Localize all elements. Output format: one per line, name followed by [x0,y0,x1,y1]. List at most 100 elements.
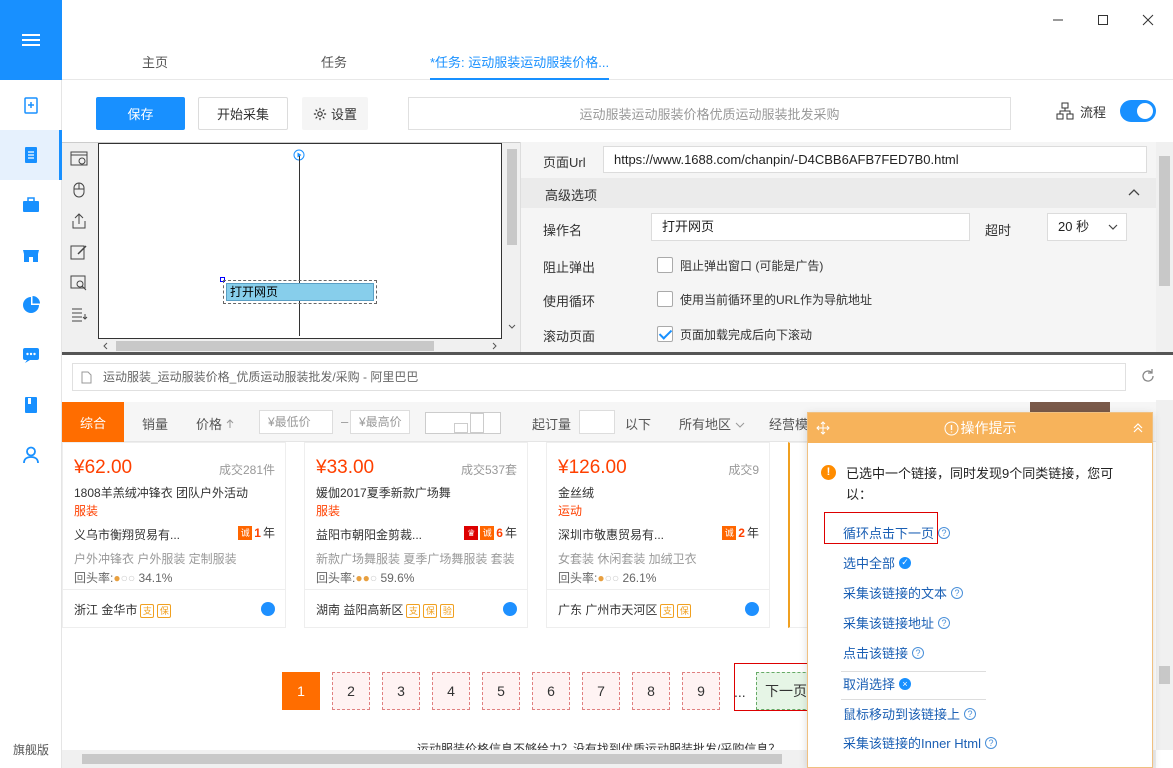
tool-open-page[interactable] [62,143,96,174]
close-button[interactable] [1138,10,1158,30]
maximize-button[interactable] [1093,10,1113,30]
moq-input[interactable] [579,410,615,434]
page-button[interactable]: 8 [632,672,670,710]
product-tags[interactable]: 户外冲锋衣 户外服装 定制服装 [74,550,237,567]
action-cancel-selection[interactable]: 取消选择 × [843,674,912,693]
product-name[interactable]: 金丝绒 [558,484,594,501]
tab-tasks[interactable]: 任务 [321,52,347,71]
product-name[interactable]: 媛伽2017夏季新款广场舞 [316,484,451,501]
properties-vscroll[interactable] [1156,142,1173,352]
sort-price[interactable]: 价格 [196,414,234,433]
menu-button[interactable] [0,0,62,80]
help-icon[interactable]: ? [938,616,951,629]
panel-splitter[interactable] [62,352,1173,355]
sidebar-item-market[interactable] [0,230,62,280]
start-collect-button[interactable]: 开始采集 [198,97,288,130]
page-button[interactable]: 1 [282,672,320,710]
flow-node-open-page[interactable]: 打开网页 [223,280,377,304]
settings-button[interactable]: 设置 [302,97,368,130]
page-button[interactable]: 5 [482,672,520,710]
repeat-value: 26.1% [622,571,657,585]
product-name[interactable]: 1808羊羔绒冲锋衣 团队户外活动 [74,484,248,501]
action-click-link[interactable]: 点击该链接? [843,643,925,662]
help-icon[interactable]: ? [938,526,951,539]
page-button[interactable]: 4 [432,672,470,710]
help-icon[interactable]: ? [964,707,977,720]
tab-home[interactable]: 主页 [142,52,168,71]
action-extract-text[interactable]: 采集该链接的文本? [843,583,964,602]
scroll-thumb-h[interactable] [82,754,782,764]
chat-icon[interactable] [745,602,759,616]
tool-extract[interactable] [62,205,96,236]
tips-header[interactable]: 操作提示 [808,413,1152,443]
move-icon[interactable] [816,421,830,435]
refresh-button[interactable] [1140,368,1156,387]
page-button[interactable]: 9 [682,672,720,710]
sidebar-item-data[interactable] [0,280,62,330]
designer-canvas[interactable]: 打开网页 [98,143,502,339]
url-input[interactable]: https://www.1688.com/chanpin/-D4CBB6AFB7… [603,146,1147,173]
help-icon[interactable]: ? [984,736,997,749]
product-card[interactable]: ¥126.00 成交9 金丝绒 运动 深圳市敬惠贸易有... 诚2年 女套装 休… [546,442,770,628]
tool-click[interactable] [62,174,96,205]
min-price-input[interactable]: ¥最低价 [259,410,333,434]
collapse-icon[interactable] [1132,422,1144,434]
company-name[interactable]: 深圳市敬惠贸易有... [558,526,664,543]
sidebar-item-new-task[interactable] [0,80,62,130]
product-card[interactable]: ¥33.00 成交537套 媛伽2017夏季新款广场舞 服装 益阳市朝阳金剪裁.… [304,442,528,628]
max-price-input[interactable]: ¥最高价 [350,410,410,434]
designer-vscroll[interactable] [504,143,520,339]
sort-comprehensive[interactable]: 综合 [62,402,124,442]
scroll-thumb[interactable] [507,149,517,245]
popup-checkbox[interactable] [657,257,673,273]
company-name[interactable]: 义乌市衡翔贸易有... [74,526,180,543]
scroll-thumb[interactable] [1159,156,1170,286]
scroll-checkbox[interactable] [657,326,673,342]
product-tags[interactable]: 女套装 休闲套装 加绒卫衣 [558,550,697,567]
task-name-field[interactable]: 运动服装运动服装价格优质运动服装批发采购 [408,97,1011,130]
product-card[interactable]: ¥62.00 成交281件 1808羊羔绒冲锋衣 团队户外活动 服装 义乌市衡翔… [62,442,286,628]
save-button[interactable]: 保存 [96,97,185,130]
product-category[interactable]: 服装 [316,502,340,519]
sort-sales[interactable]: 销量 [142,414,168,433]
action-hover-link[interactable]: 鼠标移动到该链接上? [843,704,977,723]
designer-hscroll[interactable] [98,339,502,353]
product-tags[interactable]: 新款广场舞服装 夏季广场舞服装 套装 [316,550,515,567]
scroll-thumb[interactable] [1159,666,1170,684]
page-button[interactable]: 7 [582,672,620,710]
sidebar-item-tasks[interactable] [0,130,62,180]
business-select[interactable]: 经营模 [769,414,808,433]
sidebar-item-toolbox[interactable] [0,180,62,230]
product-category[interactable]: 运动 [558,502,582,519]
company-name[interactable]: 益阳市朝阳金剪裁... [316,526,422,543]
action-select-all[interactable]: 选中全部 ✓ [843,553,912,572]
action-extract-url[interactable]: 采集该链接地址? [843,613,951,632]
page-button[interactable]: 6 [532,672,570,710]
scroll-thumb-h[interactable] [116,341,434,351]
page-button[interactable]: 2 [332,672,370,710]
product-category[interactable]: 服装 [74,502,98,519]
region-select[interactable]: 所有地区 [679,414,745,433]
opname-input[interactable]: 打开网页 [651,213,970,241]
help-icon[interactable]: ? [912,646,925,659]
timeout-select[interactable]: 20 秒 [1047,213,1127,241]
tool-loop[interactable] [62,298,96,329]
tab-current-task[interactable]: *任务: 运动服装运动服装价格... [430,52,610,80]
browser-vscroll[interactable] [1156,400,1173,750]
chat-icon[interactable] [503,602,517,616]
minimize-button[interactable] [1048,10,1068,30]
action-extract-inner-html[interactable]: 采集该链接的Inner Html? [843,733,997,752]
flow-toggle[interactable] [1120,100,1157,122]
advanced-options-header[interactable]: 高级选项 [521,178,1156,208]
help-icon[interactable]: ? [951,586,964,599]
action-loop-click-next[interactable]: 循环点击下一页? [843,523,951,542]
sidebar-item-tutorial[interactable] [0,380,62,430]
page-button[interactable]: 3 [382,672,420,710]
tool-recognize[interactable] [62,267,96,298]
sidebar-item-messages[interactable] [0,330,62,380]
tool-input[interactable] [62,236,96,267]
sidebar-item-account[interactable] [0,430,62,480]
browser-address-bar[interactable]: 运动服装_运动服装价格_优质运动服装批发/采购 - 阿里巴巴 [72,363,1126,391]
chat-icon[interactable] [261,602,275,616]
loop-checkbox[interactable] [657,291,673,307]
